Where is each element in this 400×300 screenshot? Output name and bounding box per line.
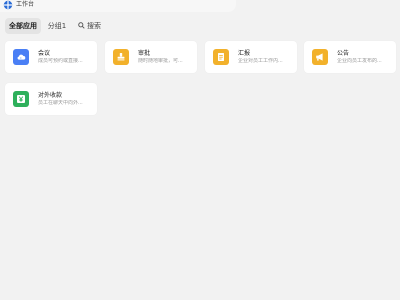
title-area bbox=[0, 0, 236, 12]
search-button[interactable]: 搜索 bbox=[74, 18, 105, 34]
tab-bar: 全部应用 分组1 搜索 bbox=[0, 18, 400, 36]
app-title: 对外收款 bbox=[38, 92, 63, 99]
app-icon-announcement bbox=[312, 49, 328, 65]
cloud-icon bbox=[17, 54, 26, 60]
app-description: 员工在聊天中向外... bbox=[38, 100, 83, 106]
window-title: 工作台 bbox=[16, 1, 35, 8]
app-icon-meeting bbox=[13, 49, 29, 65]
app-icon-approval bbox=[113, 49, 129, 65]
app-card-external-payment[interactable]: 对外收款 员工在聊天中向外... bbox=[5, 83, 97, 115]
megaphone-icon bbox=[316, 53, 323, 61]
document-icon bbox=[218, 53, 224, 61]
app-card-meeting[interactable]: 会议 成员可预约或直接... bbox=[5, 41, 97, 73]
search-icon bbox=[78, 22, 85, 29]
title-bar: 工作台 bbox=[0, 0, 400, 12]
app-description: 企业向员工发布的... bbox=[337, 58, 382, 64]
app-title: 会议 bbox=[38, 50, 51, 57]
app-logo-icon bbox=[3, 0, 13, 10]
app-icon-report bbox=[213, 49, 229, 65]
app-title: 汇报 bbox=[238, 50, 251, 57]
app-card-report[interactable]: 汇报 企业对员工工作内... bbox=[205, 41, 297, 73]
app-card-announcement[interactable]: 公告 企业向员工发布的... bbox=[304, 41, 396, 73]
tab-all-apps[interactable]: 全部应用 bbox=[5, 18, 41, 34]
app-icon-external-payment bbox=[13, 91, 29, 107]
tab-group-1[interactable]: 分组1 bbox=[44, 18, 70, 34]
app-card-approval[interactable]: 审批 随时随地审批，可... bbox=[105, 41, 197, 73]
search-label: 搜索 bbox=[87, 22, 101, 30]
app-title: 审批 bbox=[138, 50, 151, 57]
app-description: 企业对员工工作内... bbox=[238, 58, 283, 64]
yen-icon bbox=[17, 95, 25, 103]
app-description: 随时随地审批，可... bbox=[138, 58, 183, 64]
stamp-icon bbox=[117, 53, 125, 61]
app-title: 公告 bbox=[337, 50, 350, 57]
app-description: 成员可预约或直接... bbox=[38, 58, 83, 64]
